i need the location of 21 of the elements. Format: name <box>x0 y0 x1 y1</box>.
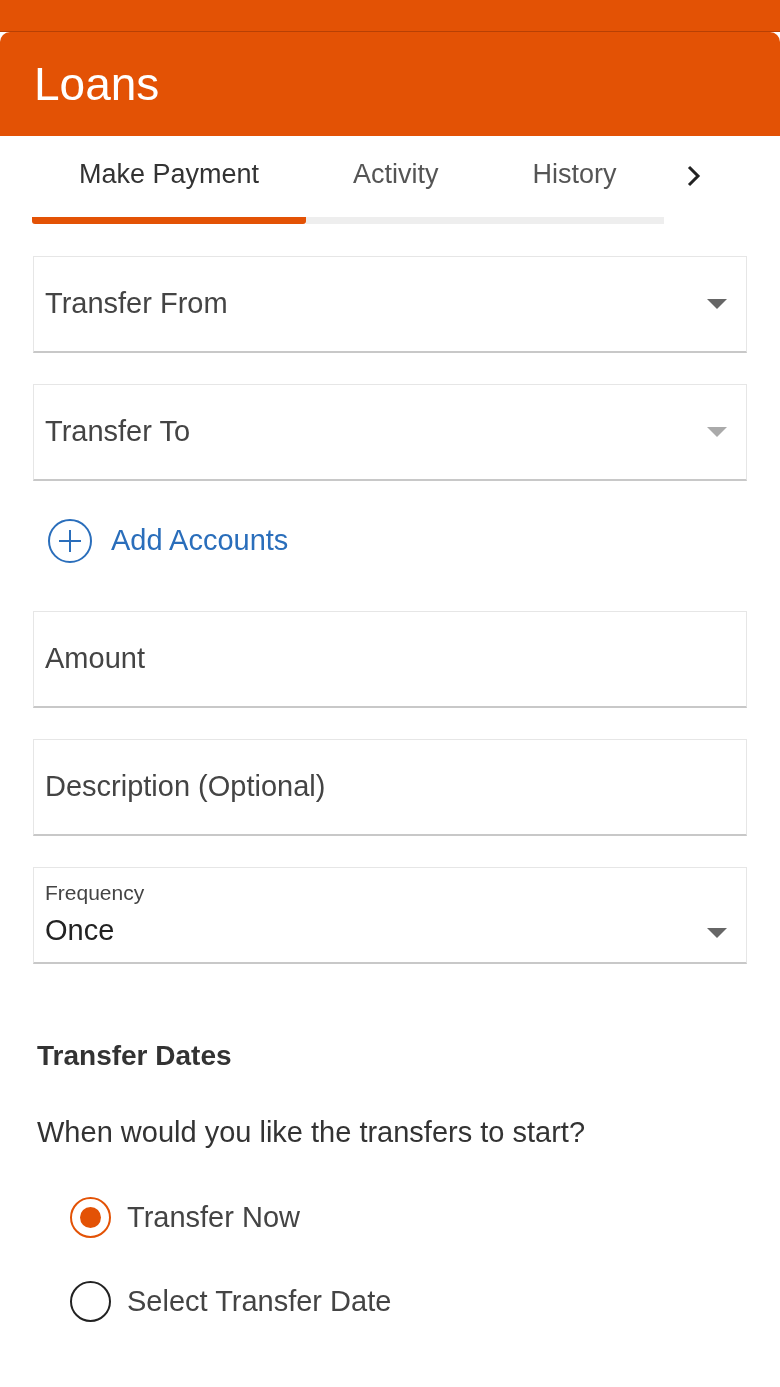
radio-button[interactable] <box>70 1280 111 1322</box>
field-label: Frequency <box>45 880 145 906</box>
radio-label: Transfer Now <box>127 1200 300 1235</box>
input-field[interactable]: Description (Optional) <box>33 738 747 836</box>
field-placeholder: Transfer From <box>45 285 228 321</box>
field-placeholder: Transfer To <box>45 413 191 449</box>
input-field[interactable]: Amount <box>33 610 747 708</box>
chevron-right-icon[interactable] <box>685 164 702 188</box>
tab[interactable]: Make Payment <box>32 154 307 224</box>
section-heading: Transfer Dates <box>37 1038 233 1073</box>
dropdown-field[interactable]: Frequency Once <box>33 866 747 964</box>
field-value: Once <box>45 912 116 948</box>
page-title: Loans <box>34 56 160 112</box>
dropdown-field[interactable]: Transfer From <box>33 255 747 353</box>
radio-button[interactable] <box>70 1197 111 1239</box>
plus-circle-icon <box>47 517 93 564</box>
tab[interactable]: Activity <box>306 154 486 224</box>
tab[interactable]: History <box>485 154 664 224</box>
question-text: When would you like the transfers to start? <box>37 1114 587 1150</box>
radio-label: Select Transfer Date <box>127 1283 392 1319</box>
add-accounts-link[interactable]: Add Accounts <box>47 517 289 564</box>
